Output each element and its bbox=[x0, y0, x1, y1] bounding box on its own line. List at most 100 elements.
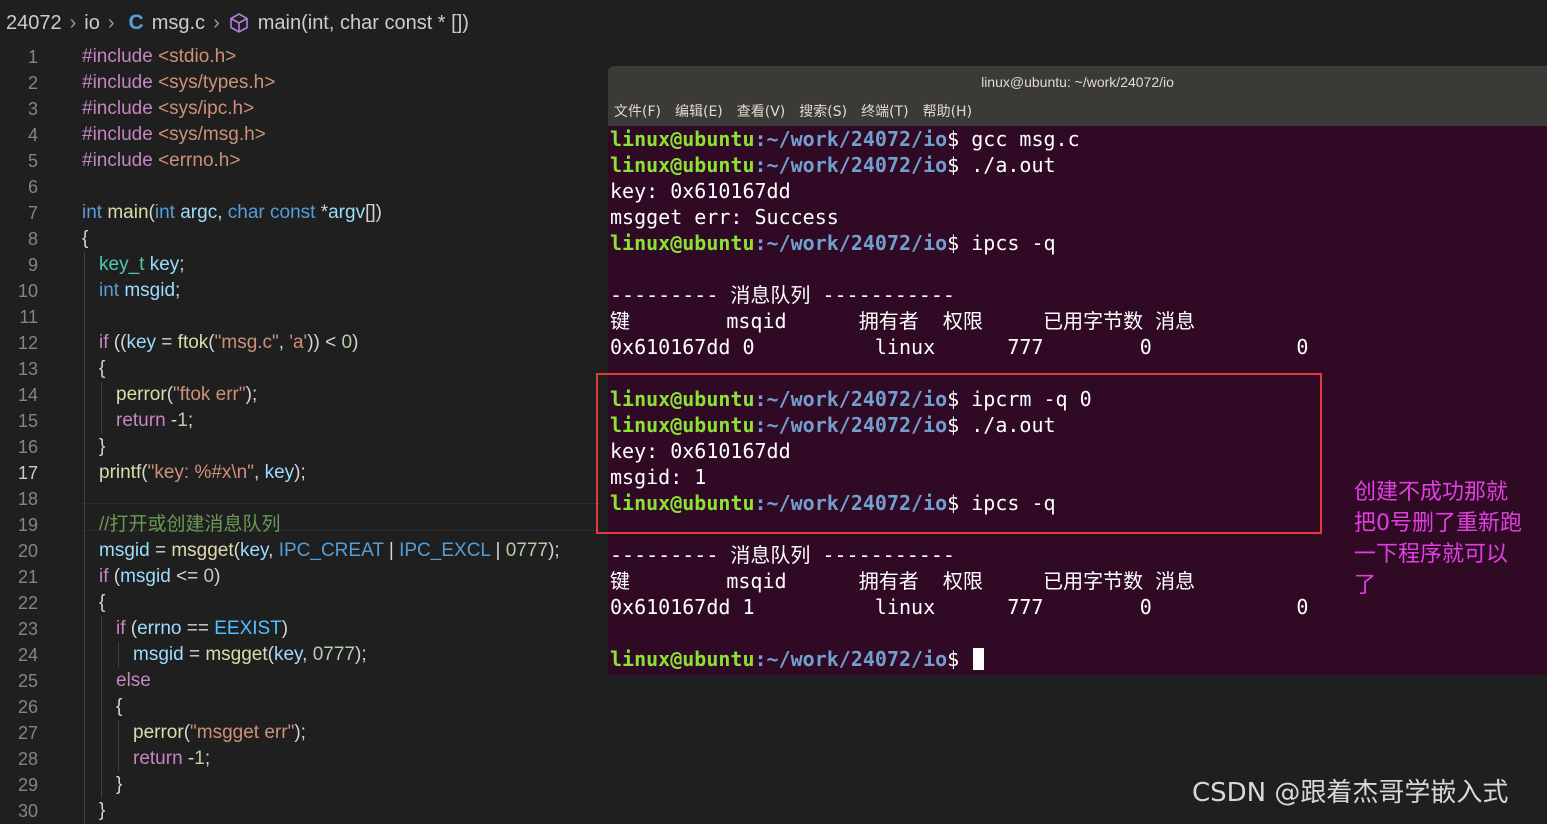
code-token: int bbox=[82, 202, 108, 223]
line-number: 19 bbox=[17, 515, 38, 535]
line-number: 2 bbox=[27, 73, 38, 93]
code-token: key bbox=[149, 254, 180, 275]
breadcrumb-subfolder[interactable]: io bbox=[84, 12, 100, 35]
indent-guide bbox=[101, 642, 102, 668]
line-number: 16 bbox=[17, 437, 38, 457]
terminal-menu-item[interactable]: 搜索(S) bbox=[799, 98, 847, 126]
terminal-line: linux@ubuntu:~/work/24072/io$ ./a.out bbox=[608, 152, 1547, 178]
code-text: int main(int argc, char const *argv[]) bbox=[82, 200, 382, 226]
terminal-menu-item[interactable]: 终端(T) bbox=[861, 98, 908, 126]
code-line[interactable]: 15 return -1; bbox=[0, 408, 600, 434]
terminal-menu-item[interactable]: 文件(F) bbox=[614, 98, 661, 126]
code-line[interactable]: 21 if (msgid <= 0) bbox=[0, 564, 600, 590]
code-line[interactable]: 30} bbox=[0, 798, 600, 824]
code-line[interactable]: 22 { bbox=[0, 590, 600, 616]
breadcrumb-folder[interactable]: 24072 bbox=[6, 12, 62, 35]
code-line[interactable]: 6 bbox=[0, 174, 600, 200]
code-token: #include bbox=[82, 46, 159, 67]
code-token: 0777 bbox=[505, 540, 549, 561]
code-text: return -1; bbox=[133, 746, 210, 772]
line-number: 1 bbox=[27, 47, 38, 67]
code-token: )) < bbox=[307, 332, 342, 353]
indent-guide bbox=[84, 252, 85, 278]
indent-guide bbox=[84, 486, 85, 512]
code-text: #include <sys/ipc.h> bbox=[82, 96, 254, 122]
code-token: IPC_EXCL bbox=[399, 540, 491, 561]
terminal-line: linux@ubuntu:~/work/24072/io$ ipcs -q bbox=[608, 230, 1547, 256]
terminal-output-text: msgget err: Success bbox=[610, 205, 839, 229]
code-token: } bbox=[116, 774, 123, 795]
code-line[interactable]: 2 #include <sys/types.h> bbox=[0, 70, 600, 96]
code-line[interactable]: 7 int main(int argc, char const *argv[]) bbox=[0, 200, 600, 226]
breadcrumb-file[interactable]: msg.c bbox=[152, 12, 205, 35]
code-line[interactable]: 3 #include <sys/ipc.h> bbox=[0, 96, 600, 122]
indent-guide bbox=[84, 720, 85, 746]
terminal-menu-item[interactable]: 编辑(E) bbox=[675, 98, 723, 126]
code-text: { bbox=[116, 694, 122, 720]
code-token: errno bbox=[137, 618, 182, 639]
code-line[interactable]: 5 #include <errno.h> bbox=[0, 148, 600, 174]
code-line[interactable]: 12 if ((key = ftok("msg.c", 'a')) < 0) bbox=[0, 330, 600, 356]
code-line[interactable]: 29} bbox=[0, 772, 600, 798]
code-line[interactable]: 20 msgid = msgget(key, IPC_CREAT | IPC_EX… bbox=[0, 538, 600, 564]
code-token: ftok bbox=[177, 332, 209, 353]
prompt-symbol: $ bbox=[947, 647, 972, 671]
code-line[interactable]: 11 bbox=[0, 304, 600, 330]
code-editor[interactable]: 1 #include <stdio.h> 2 #include <sys/types.… bbox=[0, 44, 600, 824]
code-line[interactable]: 23 if (errno == EEXIST) bbox=[0, 616, 600, 642]
code-token: "key: %#x\n" bbox=[147, 462, 254, 483]
code-token: ); bbox=[245, 384, 258, 405]
code-line[interactable]: 25 else bbox=[0, 668, 600, 694]
line-number: 21 bbox=[17, 567, 38, 587]
code-token: { bbox=[82, 228, 89, 249]
code-token: msgid bbox=[124, 280, 176, 301]
indent-guide bbox=[101, 746, 102, 772]
code-text: return -1; bbox=[116, 408, 193, 434]
code-line[interactable]: 27 perror("msgget err"); bbox=[0, 720, 600, 746]
prompt-user: linux@ubuntu bbox=[610, 647, 755, 671]
prompt-symbol: $ bbox=[947, 231, 972, 255]
code-line[interactable]: 13 { bbox=[0, 356, 600, 382]
line-number: 3 bbox=[27, 99, 38, 119]
line-number: 22 bbox=[17, 593, 38, 613]
code-token: , bbox=[268, 540, 279, 561]
terminal-output-text: 键 msqid 拥有者 权限 已用字节数 消息 bbox=[610, 569, 1196, 593]
line-number: 6 bbox=[27, 177, 38, 197]
indent-guide bbox=[118, 720, 119, 746]
code-text: perror("msgget err"); bbox=[133, 720, 306, 746]
code-line[interactable]: 8{ bbox=[0, 226, 600, 252]
line-number: 30 bbox=[17, 801, 38, 821]
terminal-line: key: 0x610167dd bbox=[608, 178, 1547, 204]
breadcrumb-symbol[interactable]: main(int, char const * []) bbox=[258, 12, 469, 35]
code-token: if bbox=[99, 332, 114, 353]
terminal-menu-item[interactable]: 查看(V) bbox=[737, 98, 786, 126]
code-line[interactable]: 10 int msgid; bbox=[0, 278, 600, 304]
terminal-menu-item[interactable]: 帮助(H) bbox=[923, 98, 972, 126]
code-token: perror bbox=[133, 722, 184, 743]
code-text: } bbox=[116, 772, 122, 798]
code-token: { bbox=[116, 696, 123, 717]
code-line[interactable]: 9 key_t key; bbox=[0, 252, 600, 278]
code-line[interactable]: 28 return -1; bbox=[0, 746, 600, 772]
code-line[interactable]: 1 #include <stdio.h> bbox=[0, 44, 600, 70]
code-line[interactable]: 16} bbox=[0, 434, 600, 460]
code-line[interactable]: 18 bbox=[0, 486, 600, 512]
code-line[interactable]: 17 printf("key: %#x\n", key); bbox=[0, 460, 600, 486]
code-token: 0 bbox=[341, 332, 353, 353]
terminal-command-text: ./a.out bbox=[971, 153, 1056, 177]
code-token: argc bbox=[180, 202, 218, 223]
code-line[interactable]: 24 msgid = msgget(key, 0777); bbox=[0, 642, 600, 668]
code-line[interactable]: 14 perror("ftok err"); bbox=[0, 382, 600, 408]
line-number: 15 bbox=[17, 411, 38, 431]
indent-guide bbox=[101, 772, 102, 798]
code-token: ) bbox=[352, 332, 359, 353]
code-line[interactable]: 26 { bbox=[0, 694, 600, 720]
prompt-path: :~/work/24072/io bbox=[754, 153, 948, 177]
line-number: 12 bbox=[17, 333, 38, 353]
code-line[interactable]: 4 #include <sys/msg.h> bbox=[0, 122, 600, 148]
code-token: <sys/msg.h> bbox=[158, 124, 266, 145]
code-token: msgget bbox=[171, 540, 234, 561]
code-token: } bbox=[99, 800, 106, 821]
code-line[interactable]: 19 //打开或创建消息队列 bbox=[0, 512, 600, 538]
code-token: = bbox=[183, 644, 206, 665]
